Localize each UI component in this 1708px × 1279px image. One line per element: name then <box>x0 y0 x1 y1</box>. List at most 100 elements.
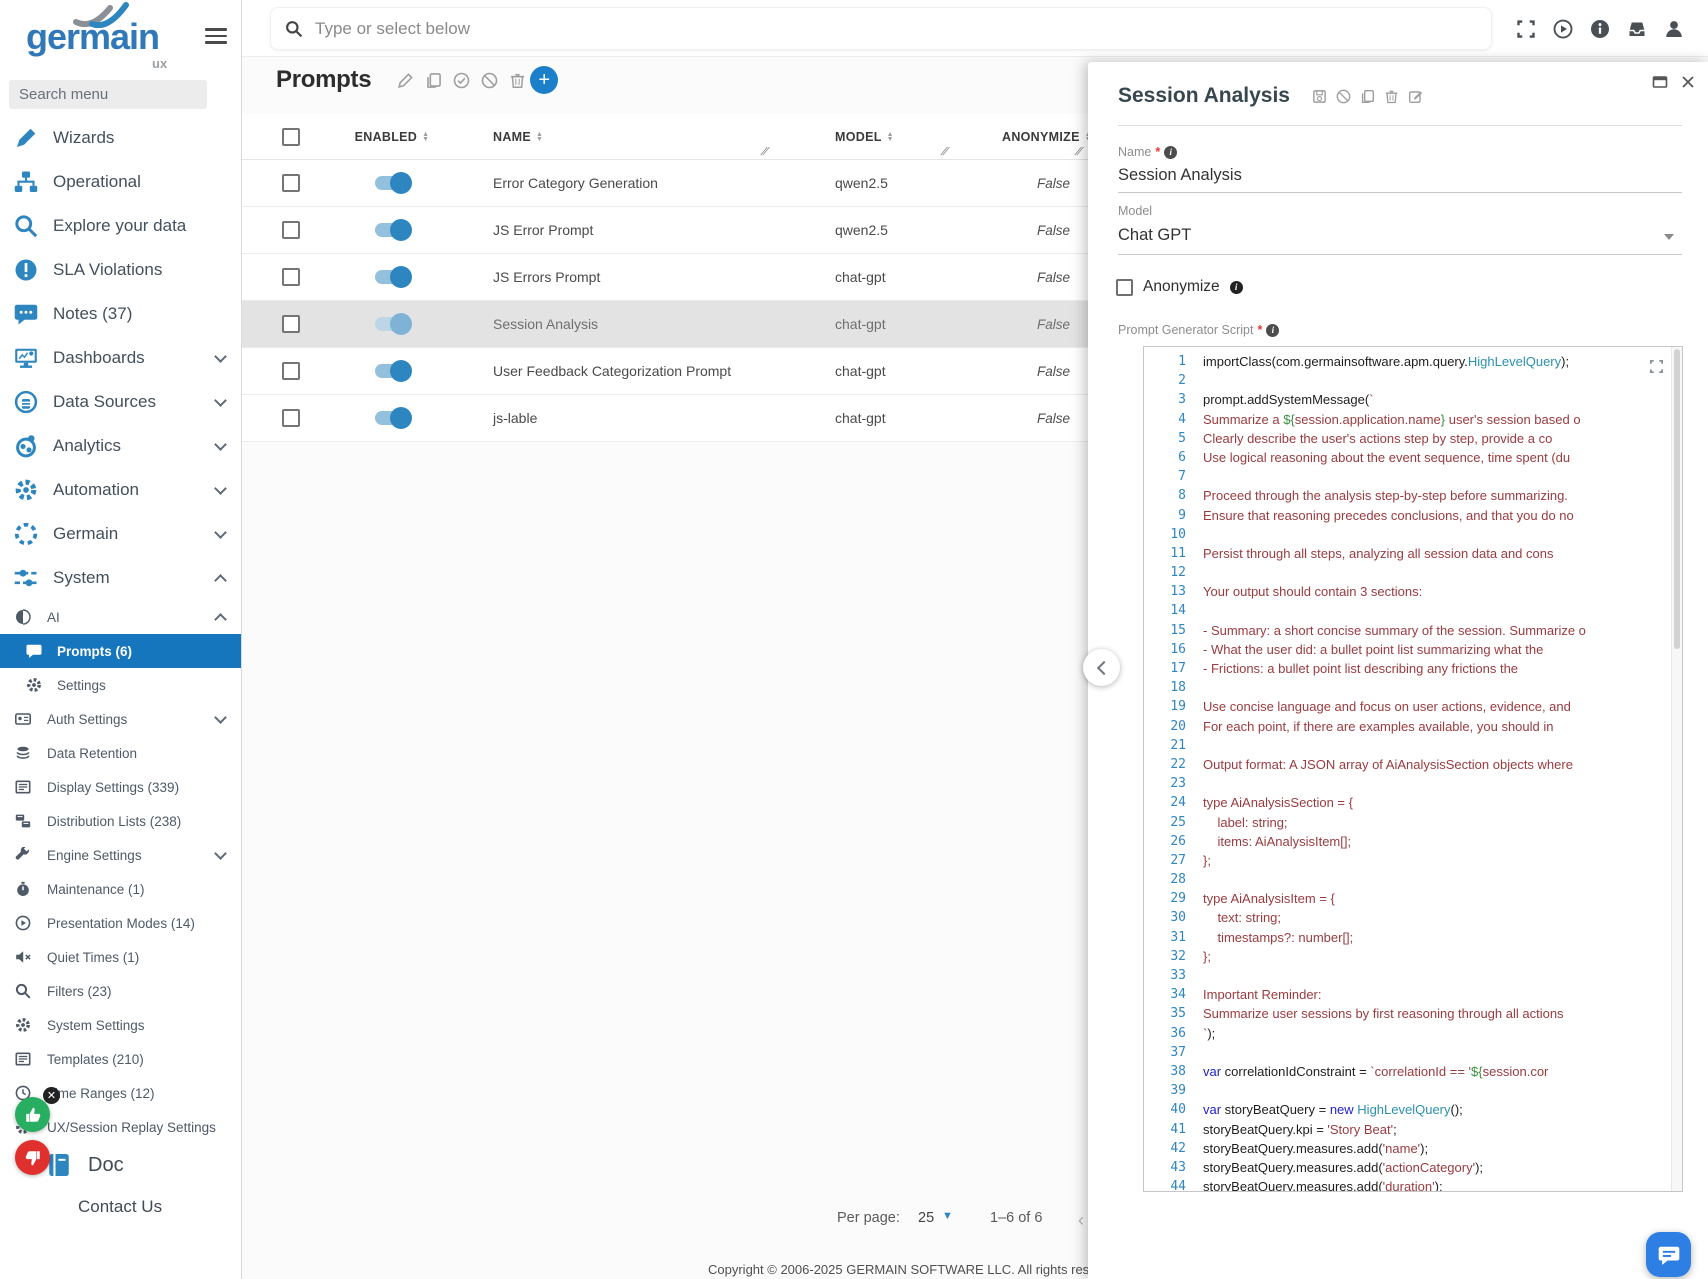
feedback-dismiss-icon[interactable]: ✕ <box>43 1087 60 1104</box>
column-header-enabled[interactable]: ENABLED▲▼ <box>312 130 472 144</box>
table-row[interactable]: JS Errors Promptchat-gptFalse <box>242 254 1142 301</box>
chevron-up-icon[interactable] <box>214 613 227 626</box>
sidebar-item-filters-23[interactable]: Filters (23) <box>0 974 241 1008</box>
ban-icon[interactable] <box>481 72 498 89</box>
enabled-toggle[interactable] <box>375 223 409 237</box>
enabled-toggle[interactable] <box>375 364 409 378</box>
hamburger-menu-icon[interactable] <box>205 24 227 48</box>
global-search-input[interactable] <box>313 18 1477 40</box>
sidebar-item-wizards[interactable]: Wizards <box>0 116 241 160</box>
name-field[interactable]: Session Analysis <box>1118 166 1242 185</box>
column-header-name[interactable]: NAME▲▼ <box>472 130 814 144</box>
chevron-down-icon[interactable] <box>214 711 227 724</box>
save-icon[interactable] <box>1312 89 1327 104</box>
sort-icon[interactable]: ▲▼ <box>887 132 894 142</box>
sidebar-item-data-sources[interactable]: Data Sources <box>0 380 241 424</box>
sidebar-item-automation[interactable]: Automation <box>0 468 241 512</box>
chevron-down-icon[interactable] <box>214 526 227 539</box>
global-search[interactable] <box>270 7 1492 50</box>
copy-icon[interactable] <box>425 72 442 89</box>
model-select[interactable]: Chat GPT <box>1118 226 1191 245</box>
add-prompt-button[interactable]: + <box>530 66 558 94</box>
anonymize-checkbox-row[interactable]: Anonymize i <box>1116 278 1243 296</box>
row-checkbox[interactable] <box>282 409 300 427</box>
row-checkbox[interactable] <box>282 268 300 286</box>
chevron-down-icon[interactable] <box>214 438 227 451</box>
previous-page-button[interactable]: ‹ <box>1078 1210 1084 1231</box>
sidebar-item-explore-your-data[interactable]: Explore your data <box>0 204 241 248</box>
row-checkbox[interactable] <box>282 362 300 380</box>
sidebar-item-prompts-6[interactable]: Prompts (6) <box>0 634 241 668</box>
column-resize-handle[interactable]: // <box>760 146 768 158</box>
table-row[interactable]: User Feedback Categorization Promptchat-… <box>242 348 1142 395</box>
editor-expand-icon[interactable] <box>1649 359 1664 374</box>
chevron-down-icon[interactable] <box>214 847 227 860</box>
row-checkbox[interactable] <box>282 315 300 333</box>
edit-icon[interactable] <box>397 72 414 89</box>
close-icon[interactable] <box>1680 74 1696 90</box>
prompt-script-editor[interactable]: 1importClass(com.germainsoftware.apm.que… <box>1143 346 1683 1192</box>
chat-launcher-button[interactable] <box>1646 1232 1691 1277</box>
sidebar-item-sla-violations[interactable]: SLA Violations <box>0 248 241 292</box>
sidebar-item-engine-settings[interactable]: Engine Settings <box>0 838 241 872</box>
info-icon[interactable]: i <box>1164 146 1177 159</box>
sidebar-item-maintenance-1[interactable]: Maintenance (1) <box>0 872 241 906</box>
table-row[interactable]: js-lablechat-gptFalse <box>242 395 1142 442</box>
trash-icon[interactable] <box>509 72 526 89</box>
enabled-toggle[interactable] <box>375 317 409 331</box>
chevron-down-icon[interactable] <box>214 350 227 363</box>
sidebar-item-quiet-times-1[interactable]: Quiet Times (1) <box>0 940 241 974</box>
sidebar-item-ai[interactable]: AI <box>0 600 241 634</box>
enabled-toggle[interactable] <box>375 270 409 284</box>
sidebar-item-analytics[interactable]: Analytics <box>0 424 241 468</box>
anonymize-checkbox[interactable] <box>1116 279 1133 296</box>
select-all-checkbox[interactable] <box>282 128 300 146</box>
table-row[interactable]: JS Error Promptqwen2.5False <box>242 207 1142 254</box>
sidebar-item-auth-settings[interactable]: Auth Settings <box>0 702 241 736</box>
sidebar-item-system[interactable]: System <box>0 556 241 600</box>
sidebar-item-data-retention[interactable]: Data Retention <box>0 736 241 770</box>
sidebar-item-dashboards[interactable]: Dashboards <box>0 336 241 380</box>
info-icon[interactable]: i <box>1230 281 1243 294</box>
edit-square-icon[interactable] <box>1408 89 1423 104</box>
sidebar-item-display-settings-339[interactable]: Display Settings (339) <box>0 770 241 804</box>
sidebar-item-notes-37[interactable]: Notes (37) <box>0 292 241 336</box>
sidebar-item-operational[interactable]: Operational <box>0 160 241 204</box>
sort-icon[interactable]: ▲▼ <box>422 132 429 142</box>
table-row[interactable]: Error Category Generationqwen2.5False <box>242 160 1142 207</box>
sidebar-item-germain[interactable]: Germain <box>0 512 241 556</box>
sort-icon[interactable]: ▲▼ <box>536 132 543 142</box>
per-page-select[interactable]: 25 <box>918 1210 934 1226</box>
popout-window-icon[interactable] <box>1652 74 1668 90</box>
per-page-caret-icon[interactable]: ▼ <box>942 1210 953 1222</box>
sidebar-item-presentation-modes-14[interactable]: Presentation Modes (14) <box>0 906 241 940</box>
chevron-down-icon[interactable] <box>214 394 227 407</box>
chevron-down-icon[interactable] <box>1664 234 1674 240</box>
column-resize-handle[interactable]: // <box>940 146 948 158</box>
check-circle-icon[interactable] <box>453 72 470 89</box>
enabled-toggle[interactable] <box>375 411 409 425</box>
enabled-toggle[interactable] <box>375 176 409 190</box>
panel-collapse-button[interactable] <box>1083 649 1120 686</box>
ban-icon[interactable] <box>1336 89 1351 104</box>
sidebar-item-system-settings[interactable]: System Settings <box>0 1008 241 1042</box>
editor-scrollbar[interactable] <box>1671 347 1682 1191</box>
sidebar-item-distribution-lists-238[interactable]: Distribution Lists (238) <box>0 804 241 838</box>
trash-icon[interactable] <box>1384 89 1399 104</box>
row-checkbox[interactable] <box>282 221 300 239</box>
info-icon[interactable]: i <box>1266 324 1279 337</box>
chevron-up-icon[interactable] <box>214 574 227 587</box>
sidebar-item-contact-us[interactable]: Contact Us <box>0 1186 241 1228</box>
column-resize-handle[interactable]: // <box>1074 146 1082 158</box>
sidebar-search-input[interactable] <box>9 80 207 109</box>
sidebar-item-templates-210[interactable]: Templates (210) <box>0 1042 241 1076</box>
row-checkbox[interactable] <box>282 174 300 192</box>
code-lines[interactable]: 1importClass(com.germainsoftware.apm.que… <box>1144 352 1670 1192</box>
sidebar-item-settings[interactable]: Settings <box>0 668 241 702</box>
thumbs-up-button[interactable] <box>15 1097 50 1132</box>
chevron-down-icon[interactable] <box>214 482 227 495</box>
thumbs-down-button[interactable] <box>15 1140 50 1175</box>
copy-icon[interactable] <box>1360 89 1375 104</box>
column-header-model[interactable]: MODEL▲▼ <box>814 130 982 144</box>
table-row[interactable]: Session Analysischat-gptFalse <box>242 301 1142 348</box>
